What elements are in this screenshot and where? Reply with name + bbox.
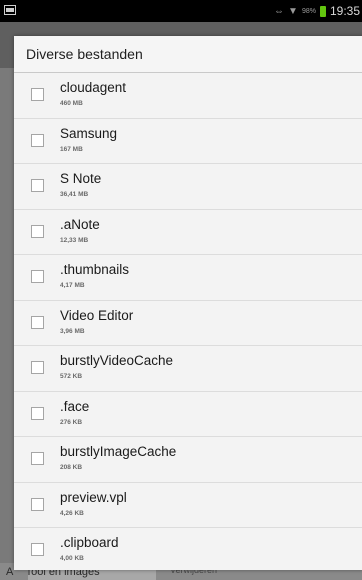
- file-checkbox[interactable]: [31, 179, 44, 192]
- file-checkbox[interactable]: [31, 497, 44, 511]
- file-size: 276 KB: [60, 418, 83, 426]
- file-checkbox[interactable]: [31, 133, 44, 147]
- file-name: Video Editor: [60, 307, 134, 323]
- file-list-item[interactable]: Video Editor 3,96 MB: [14, 301, 362, 346]
- file-checkbox[interactable]: [31, 270, 44, 283]
- file-size: 460 MB: [60, 100, 83, 107]
- file-size: 4,00 KB: [60, 555, 84, 562]
- file-list-item[interactable]: Samsung 167 MB: [14, 119, 362, 164]
- file-name: preview.vpl: [60, 489, 127, 505]
- file-name: burstlyVideoCache: [60, 353, 174, 368]
- file-size: 208 KB: [60, 464, 83, 471]
- misc-files-dialog: Diverse bestanden cloudagent 460 MB Samsun…: [14, 36, 362, 570]
- file-name: .face: [60, 398, 90, 414]
- file-checkbox[interactable]: [31, 315, 44, 329]
- file-size: 4,17 MB: [60, 282, 85, 289]
- battery-percentage: 98%: [301, 7, 316, 15]
- file-checkbox[interactable]: [31, 406, 44, 420]
- file-checkbox[interactable]: [31, 224, 44, 238]
- file-list-item[interactable]: preview.vpl 4,26 KB: [14, 483, 362, 528]
- file-list-item[interactable]: .thumbnails 4,17 MB: [14, 255, 362, 301]
- file-name: cloudagent: [60, 80, 127, 95]
- file-name: .clipboard: [60, 535, 119, 550]
- file-checkbox[interactable]: [31, 88, 44, 101]
- status-clock: 19:35: [329, 4, 360, 18]
- file-name: Samsung: [60, 125, 118, 141]
- file-size: 36,41 MB: [60, 191, 89, 198]
- file-list-item[interactable]: .clipboard 4,00 KB: [14, 528, 362, 570]
- file-name: .thumbnails: [60, 262, 130, 277]
- file-list-item[interactable]: cloudagent 460 MB: [14, 73, 362, 119]
- file-list-item[interactable]: burstlyImageCache 208 KB: [14, 437, 362, 483]
- file-name: .aNote: [60, 216, 100, 232]
- sync-icon: ⇔: [274, 5, 285, 17]
- file-checkbox[interactable]: [31, 543, 44, 556]
- file-name: S Note: [60, 171, 102, 186]
- file-size: 167 MB: [60, 145, 83, 153]
- status-bar: ⇔ ▼ 98% 19:35: [0, 0, 362, 22]
- file-size: 4,26 KB: [60, 509, 84, 517]
- file-list-item[interactable]: burstlyVideoCache 572 KB: [14, 346, 362, 392]
- file-list-item[interactable]: .face 276 KB: [14, 392, 362, 437]
- signal-icon: ▼: [288, 5, 298, 17]
- file-list[interactable]: cloudagent 460 MB Samsung 167 MB S Note 36,41…: [14, 73, 362, 570]
- battery-icon: [319, 5, 326, 17]
- status-icons: ⇔ ▼ 98% 19:35: [274, 0, 360, 22]
- file-checkbox[interactable]: [31, 452, 44, 465]
- file-checkbox[interactable]: [31, 361, 44, 374]
- dialog-title: Diverse bestanden: [14, 36, 362, 73]
- file-list-item[interactable]: S Note 36,41 MB: [14, 164, 362, 210]
- file-list-item[interactable]: .aNote 12,33 MB: [14, 210, 362, 255]
- notification-icon: [4, 5, 16, 15]
- file-size: 12,33 MB: [60, 236, 89, 244]
- file-size: 572 KB: [60, 373, 83, 380]
- file-size: 3,96 MB: [60, 327, 85, 335]
- file-name: burstlyImageCache: [60, 444, 177, 459]
